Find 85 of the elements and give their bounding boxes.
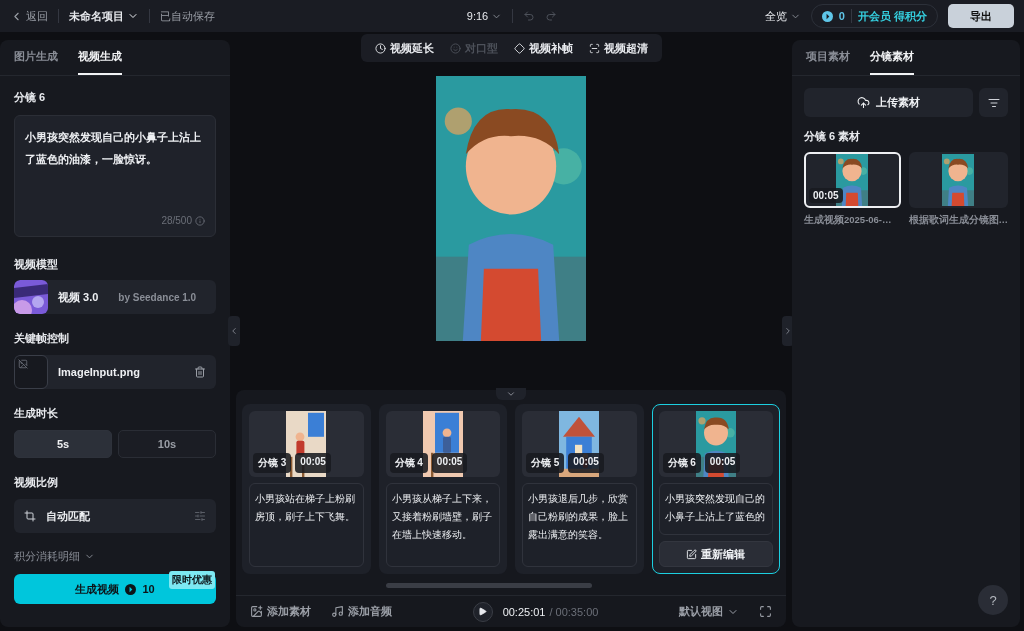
duration-label: 00:05 bbox=[431, 453, 468, 473]
play-button[interactable] bbox=[472, 601, 493, 622]
view-dropdown[interactable]: 默认视图 bbox=[679, 604, 739, 619]
model-selector[interactable]: 视频 3.0 by Seedance 1.0 bbox=[14, 280, 216, 314]
info-icon bbox=[195, 215, 205, 226]
smile-icon bbox=[449, 42, 461, 54]
aspect-ratio-dropdown[interactable]: 9:16 bbox=[466, 10, 503, 22]
add-audio-button[interactable]: 添加音频 bbox=[331, 604, 392, 619]
tab[interactable]: 分镜素材 bbox=[870, 40, 914, 75]
shot-description: 小男孩退后几步，欣赏自己粉刷的成果，脸上露出满意的笑容。 bbox=[522, 483, 637, 567]
diamond-icon bbox=[513, 42, 525, 54]
tab[interactable]: 视频生成 bbox=[78, 40, 122, 75]
tool-button[interactable]: 视频延长 bbox=[368, 40, 440, 56]
duration-label: 00:05 bbox=[295, 453, 331, 473]
undo-icon[interactable] bbox=[523, 10, 536, 22]
section-label: 关键帧控制 bbox=[14, 331, 70, 346]
asset-name: 生成视频2025-06-… bbox=[804, 214, 893, 227]
character-count: 28/500 bbox=[161, 215, 192, 226]
section-label: 视频比例 bbox=[14, 475, 59, 490]
asset-name: 根据歌词生成分镜图… bbox=[908, 214, 1008, 227]
duration-label: 00:05 bbox=[568, 453, 604, 473]
asset-thumbnail[interactable] bbox=[908, 152, 1008, 208]
play-icon bbox=[478, 607, 488, 616]
total-time: / 00:35:00 bbox=[549, 605, 599, 618]
shot-card[interactable]: 分镜 3 00:05 小男孩站在梯子上粉刷房顶，刷子上下飞舞。 bbox=[242, 404, 371, 574]
redo-icon[interactable] bbox=[545, 10, 558, 22]
tool-button[interactable]: 视频补帧 bbox=[507, 40, 579, 56]
back-button[interactable]: 返回 bbox=[10, 8, 48, 24]
generate-video-button[interactable]: 生成视频 10 限时优惠 bbox=[14, 574, 216, 604]
image-plus-icon bbox=[250, 605, 263, 618]
chevron-left-icon bbox=[229, 326, 239, 336]
filter-icon bbox=[987, 96, 1000, 109]
promo-badge: 限时优惠 bbox=[169, 571, 215, 589]
music-icon bbox=[331, 605, 344, 618]
duration-label: 00:05 bbox=[704, 453, 741, 473]
section-label: 视频模型 bbox=[14, 257, 59, 272]
upload-button[interactable]: 上传素材 bbox=[804, 88, 973, 117]
shot-label: 分镜 3 bbox=[253, 453, 292, 473]
coin-icon bbox=[821, 10, 833, 22]
delete-icon[interactable] bbox=[194, 366, 206, 378]
save-status: 已自动保存 bbox=[160, 8, 215, 24]
zoom-dropdown[interactable]: 全览 bbox=[764, 8, 801, 24]
clock-icon bbox=[374, 42, 386, 54]
shot-description: 小男孩从梯子上下来，又接着粉刷墙壁，刷子在墙上快速移动。 bbox=[385, 483, 500, 567]
filter-button[interactable] bbox=[979, 88, 1008, 117]
settings-icon bbox=[194, 510, 206, 522]
chevron-right-icon bbox=[783, 326, 793, 336]
upload-icon bbox=[857, 96, 870, 109]
re-edit-button[interactable]: 重新编辑 bbox=[658, 541, 773, 567]
help-button[interactable]: ? bbox=[978, 585, 1008, 615]
keyframe-row: ImageInput.png bbox=[14, 355, 216, 389]
scrollbar[interactable] bbox=[386, 583, 592, 588]
coin-icon bbox=[125, 583, 137, 595]
project-name-dropdown[interactable]: 未命名项目 bbox=[69, 8, 139, 24]
tab[interactable]: 图片生成 bbox=[14, 40, 58, 75]
shot-title: 分镜 6 bbox=[14, 90, 47, 105]
shot-label: 分镜 5 bbox=[526, 453, 565, 473]
section-title: 分镜 6 素材 bbox=[804, 129, 862, 144]
duration-label: 00:05 bbox=[809, 188, 843, 203]
fullscreen-icon[interactable] bbox=[759, 605, 772, 618]
asset-thumbnail[interactable]: 00:05 bbox=[804, 152, 901, 208]
shot-label: 分镜 6 bbox=[662, 453, 701, 473]
prompt-field[interactable]: 小男孩突然发现自己的小鼻子上沾上了蓝色的油漆，一脸惊讶。 28/500 bbox=[14, 115, 216, 237]
shot-label: 分镜 4 bbox=[389, 453, 428, 473]
shot-description: 小男孩突然发现自己的小鼻子上沾上了蓝色的 bbox=[658, 483, 773, 535]
edit-icon bbox=[686, 548, 698, 560]
collapse-left-handle[interactable] bbox=[228, 316, 240, 346]
shot-card[interactable]: 分镜 5 00:05 小男孩退后几步，欣赏自己粉刷的成果，脸上露出满意的笑容。 bbox=[515, 404, 644, 574]
shot-description: 小男孩站在梯子上粉刷房顶，刷子上下飞舞。 bbox=[249, 483, 364, 567]
ratio-icon bbox=[24, 510, 36, 522]
add-media-button[interactable]: 添加素材 bbox=[250, 604, 311, 619]
current-time: 00:25:01 bbox=[502, 605, 546, 618]
collapse-icon[interactable] bbox=[496, 388, 526, 400]
duration-option[interactable]: 5s bbox=[14, 430, 112, 458]
shot-card[interactable]: 分镜 6 00:05 小男孩突然发现自己的小鼻子上沾上了蓝色的 重新编辑 bbox=[651, 404, 780, 574]
shot-card[interactable]: 分镜 4 00:05 小男孩从梯子上下来，又接着粉刷墙壁，刷子在墙上快速移动。 bbox=[378, 404, 507, 574]
tab[interactable]: 项目素材 bbox=[806, 40, 850, 75]
cost-detail-toggle[interactable]: 积分消耗明细 bbox=[14, 549, 216, 564]
duration-option[interactable]: 10s bbox=[118, 430, 216, 458]
broken-image-icon bbox=[18, 359, 28, 369]
tool-button[interactable]: 视频超清 bbox=[582, 40, 654, 56]
scan-icon bbox=[588, 42, 600, 54]
ratio-selector[interactable]: 自动匹配 bbox=[14, 499, 216, 533]
export-button[interactable]: 导出 bbox=[948, 4, 1014, 28]
section-label: 生成时长 bbox=[14, 406, 59, 421]
